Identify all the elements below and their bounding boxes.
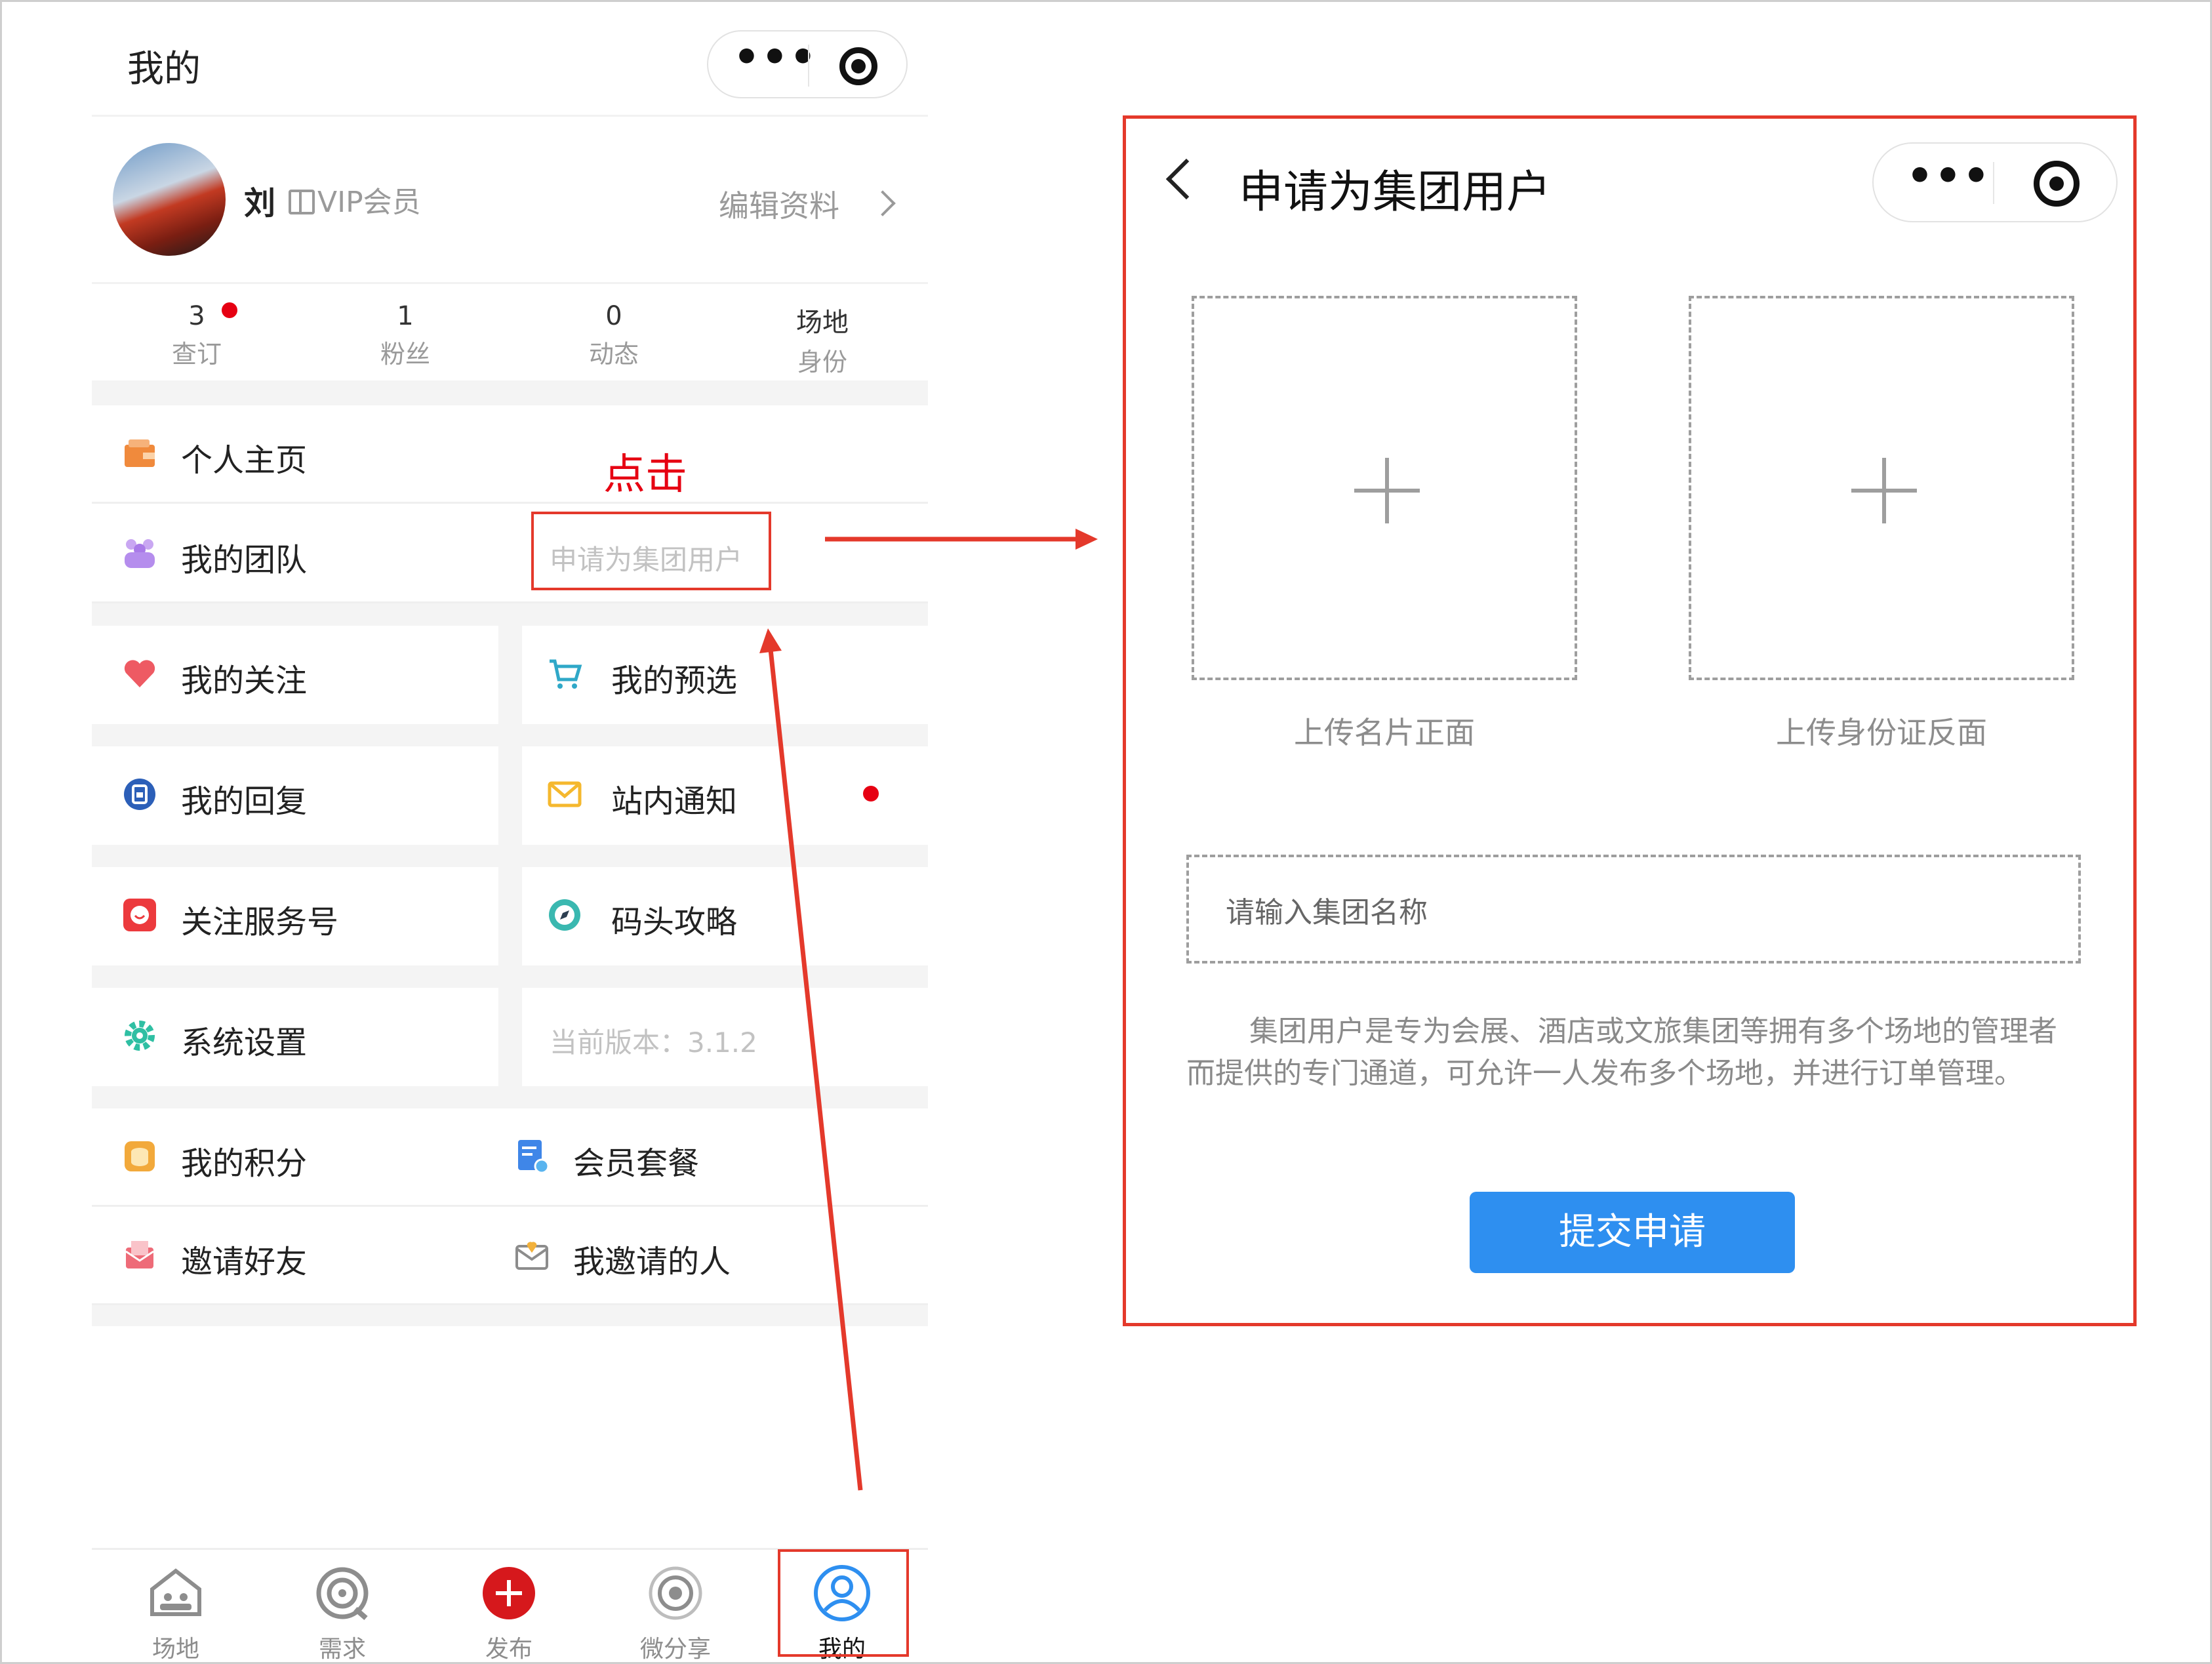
menu-points[interactable]: 我的积分 bbox=[181, 1137, 307, 1183]
group-name-input[interactable]: 请输入集团名称 bbox=[1186, 855, 2081, 964]
tab-demand[interactable]: 需求 bbox=[283, 1563, 401, 1664]
back-arrow-icon[interactable] bbox=[1165, 158, 1207, 200]
stat-fans[interactable]: 1 粉丝 bbox=[327, 301, 484, 370]
gift-icon bbox=[289, 190, 315, 214]
profile-card[interactable]: 刘 VIP会员 编辑资料 bbox=[92, 115, 928, 282]
chevron-right-icon bbox=[870, 190, 896, 216]
menu-row-points: 我的积分 会员套餐 bbox=[92, 1108, 928, 1207]
add-publish-icon bbox=[483, 1567, 535, 1619]
plus-icon bbox=[1882, 458, 1886, 523]
menu-notice[interactable]: 站内通知 bbox=[522, 746, 928, 845]
points-icon bbox=[125, 1141, 155, 1171]
stat-identity[interactable]: 场地 身份 bbox=[744, 301, 901, 378]
tab-publish[interactable]: 发布 bbox=[450, 1563, 568, 1664]
stat-posts[interactable]: 0 动态 bbox=[535, 301, 693, 370]
tab-mine-highlight bbox=[778, 1549, 909, 1657]
venue-icon bbox=[150, 1568, 201, 1616]
tab-venue[interactable]: 场地 bbox=[117, 1563, 235, 1664]
menu-settings[interactable]: 系统设置 bbox=[92, 988, 498, 1086]
menu-row-invite: 邀请好友 我邀请的人 bbox=[92, 1207, 928, 1305]
more-icon[interactable]: ••• bbox=[1906, 155, 1991, 197]
version-text: 当前版本：3.1.2 bbox=[550, 1026, 757, 1059]
my-page-screen: 我的 ••• 刘 VIP会员 编辑资料 3 查订 1 粉丝 0 动态 场地 身份 个人主… bbox=[92, 0, 928, 1664]
plus-icon bbox=[1385, 458, 1389, 523]
mini-program-capsule: ••• bbox=[707, 30, 908, 98]
click-annotation: 点击 bbox=[603, 451, 687, 499]
reply-icon bbox=[124, 779, 155, 810]
edit-profile-link[interactable]: 编辑资料 bbox=[719, 182, 839, 226]
upload-front-label: 上传名片正面 bbox=[1294, 715, 1475, 750]
submit-application-button[interactable]: 提交申请 bbox=[1470, 1192, 1795, 1273]
team-icon bbox=[125, 539, 155, 568]
menu-my-preselect[interactable]: 我的预选 bbox=[522, 626, 928, 724]
page-title: 我的 bbox=[127, 48, 201, 91]
invite-icon bbox=[125, 1241, 154, 1268]
unread-dot bbox=[222, 302, 237, 318]
stats-row: 3 查订 1 粉丝 0 动态 场地 身份 bbox=[92, 282, 928, 380]
more-icon[interactable]: ••• bbox=[733, 37, 818, 79]
demand-icon bbox=[316, 1567, 369, 1621]
menu-follow-service[interactable]: 关注服务号 bbox=[92, 867, 498, 965]
apply-group-user-screen: 申请为集团用户 ••• 上传名片正面 上传身份证反面 请输入集团名称 集团用户是… bbox=[1123, 115, 2137, 1326]
compass-icon bbox=[549, 899, 580, 931]
menu-my-reply[interactable]: 我的回复 bbox=[92, 746, 498, 845]
menu-personal-home[interactable]: 个人主页 bbox=[92, 405, 928, 504]
menu-invited-people[interactable]: 我邀请的人 bbox=[573, 1236, 731, 1282]
close-target-icon[interactable] bbox=[839, 47, 877, 85]
tab-share[interactable]: 微分享 bbox=[616, 1563, 734, 1664]
share-icon bbox=[649, 1566, 702, 1620]
wallet-icon bbox=[125, 439, 155, 467]
gear-icon bbox=[125, 1021, 155, 1051]
menu-my-team[interactable]: 我的团队 申请为集团用户 bbox=[92, 504, 928, 603]
heart-icon bbox=[124, 660, 155, 687]
menu-member-plan[interactable]: 会员套餐 bbox=[573, 1137, 699, 1183]
menu-my-follow[interactable]: 我的关注 bbox=[92, 626, 498, 724]
version-cell: 当前版本：3.1.2 bbox=[522, 988, 928, 1086]
top-bar: 我的 ••• bbox=[92, 0, 928, 131]
member-plan-icon bbox=[518, 1140, 550, 1174]
menu-dock-guide[interactable]: 码头攻略 bbox=[522, 867, 928, 965]
cart-icon bbox=[550, 659, 582, 689]
mail-icon bbox=[548, 781, 582, 807]
page-title: 申请为集团用户 bbox=[1239, 167, 1552, 218]
upload-back-label: 上传身份证反面 bbox=[1776, 715, 1987, 750]
stat-orders[interactable]: 3 查订 bbox=[118, 301, 275, 370]
apply-group-highlight bbox=[531, 512, 771, 590]
menu-invite-friends[interactable]: 邀请好友 bbox=[181, 1236, 307, 1282]
upload-card-front[interactable] bbox=[1192, 296, 1577, 680]
close-target-icon[interactable] bbox=[2034, 161, 2080, 207]
vip-badge: VIP会员 bbox=[289, 178, 421, 220]
upload-id-back[interactable] bbox=[1689, 296, 2074, 680]
avatar[interactable] bbox=[113, 143, 226, 256]
service-account-icon bbox=[123, 899, 156, 931]
notice-unread-dot bbox=[863, 786, 879, 802]
invited-people-icon bbox=[515, 1242, 548, 1270]
group-user-description: 集团用户是专为会展、酒店或文旅集团等拥有多个场地的管理者而提供的专门通道，可允许… bbox=[1186, 1015, 2057, 1090]
mini-program-capsule: ••• bbox=[1872, 142, 2118, 222]
user-name: 刘 bbox=[244, 185, 276, 222]
